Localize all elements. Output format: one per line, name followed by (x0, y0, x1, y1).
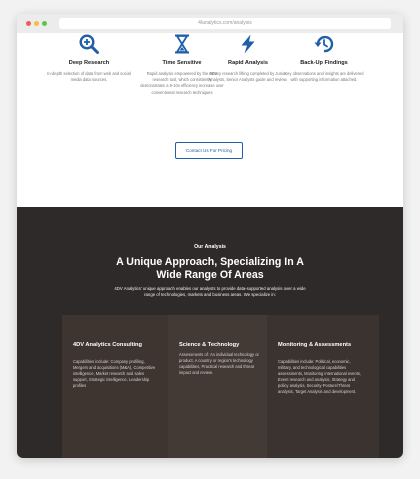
card-title: Monitoring & Assessments (278, 342, 352, 348)
feature-deep-research: Deep Research In-depth selection of data… (41, 33, 137, 83)
maximize-window-button[interactable] (42, 21, 47, 26)
section-intro: 4DV Analytics' unique approach enables o… (114, 286, 306, 298)
contact-for-pricing-button[interactable]: Contact Us For Pricing (175, 142, 243, 159)
card-consulting: 4DV Analytics Consulting Capabilities in… (62, 315, 174, 458)
close-window-button[interactable] (26, 21, 31, 26)
browser-window: 4lanalytics.com/analysis Deep Research I… (17, 14, 403, 458)
address-bar[interactable]: 4lanalytics.com/analysis (59, 18, 391, 29)
card-title: Science & Technology (179, 342, 240, 348)
feature-backup-findings: Back-Up Findings Key observations and in… (276, 33, 372, 83)
feature-title: Back-Up Findings (300, 60, 348, 66)
browser-titlebar: 4lanalytics.com/analysis (17, 14, 403, 34)
magnifier-plus-icon (79, 34, 99, 54)
hourglass-icon (175, 34, 189, 54)
feature-description: Key observations and insights are delive… (284, 71, 364, 83)
minimize-window-button[interactable] (34, 21, 39, 26)
card-science-technology: Science & Technology Assessments of: An … (168, 315, 280, 458)
feature-description: In-depth selection of data from web and … (47, 71, 131, 83)
card-body: Capabilities include: Political, economi… (278, 359, 362, 395)
analysis-section: Our Analysis A Unique Approach, Speciali… (17, 207, 403, 458)
card-title: 4DV Analytics Consulting (73, 342, 142, 348)
feature-title: Deep Research (68, 60, 110, 66)
card-monitoring-assessments: Monitoring & Assessments Capabilities in… (267, 315, 379, 458)
features-section: Deep Research In-depth selection of data… (17, 33, 403, 207)
section-eyebrow: Our Analysis (194, 244, 226, 250)
section-heading: A Unique Approach, Specializing In A Wid… (116, 256, 304, 281)
history-arrow-icon (314, 35, 334, 53)
card-body: Capabilities include: Company profiling,… (73, 359, 156, 389)
card-body: Assessments of: An individual technology… (179, 352, 259, 376)
lightning-bolt-icon (241, 34, 255, 54)
